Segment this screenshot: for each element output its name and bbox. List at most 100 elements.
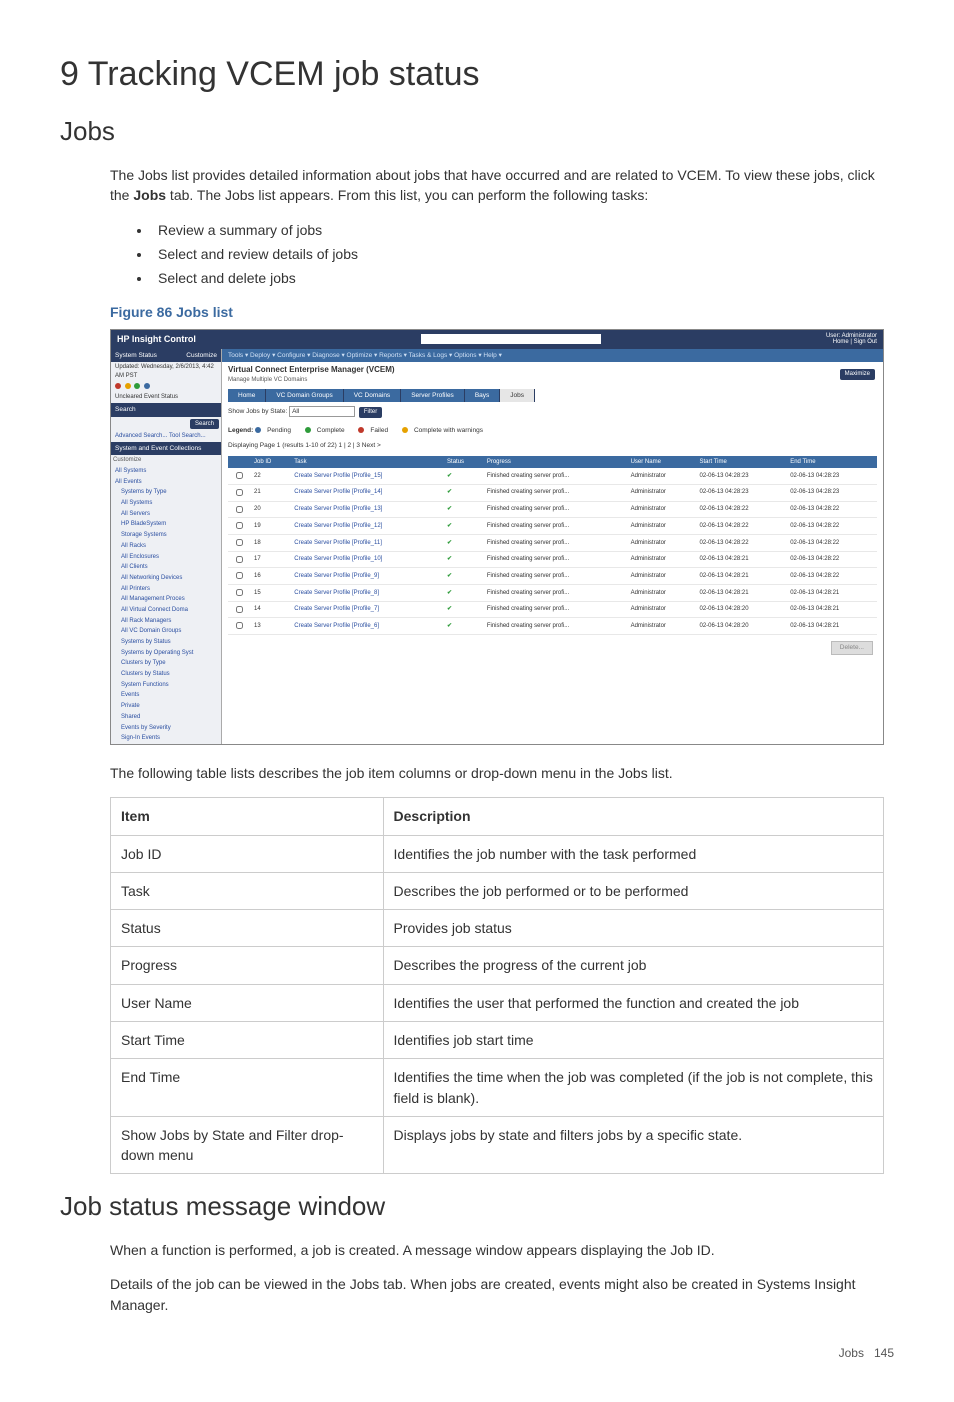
cell-start: 02-06-13 04:28:20 [696,618,787,635]
row-checkbox[interactable] [228,568,250,585]
content-title: Virtual Connect Enterprise Manager (VCEM… [228,364,395,376]
customize-link-small[interactable]: Customize [111,455,221,466]
tab-bays[interactable]: Bays [465,389,500,402]
advanced-search-link[interactable]: Advanced Search... [115,433,167,439]
cell-progress: Finished creating server profi... [483,535,627,552]
tree-item[interactable]: Clusters by Type [111,658,221,669]
intro-paragraph: The Jobs list provides detailed informat… [110,165,884,206]
cell-user: Administrator [627,484,696,501]
row-checkbox[interactable] [228,551,250,568]
tree-item[interactable]: Systems by Operating Syst [111,648,221,659]
tree-item[interactable]: All Systems [111,466,221,477]
cell-jobid: 16 [250,568,290,585]
row-checkbox[interactable] [228,601,250,618]
tree-item[interactable]: Events [111,690,221,701]
tree-item[interactable]: All Enclosures [111,552,221,563]
tab-home[interactable]: Home [228,389,266,402]
tab-server-profiles[interactable]: Server Profiles [401,389,465,402]
col-header[interactable]: Job ID [250,456,290,469]
list-item: Select and review details of jobs [152,244,884,264]
tree-item[interactable]: Clusters by Status [111,669,221,680]
columns-description-table: Item Description Job IDIdentifies the jo… [110,797,884,1174]
tree-item[interactable]: All Networking Devices [111,573,221,584]
row-checkbox[interactable] [228,618,250,635]
maximize-button[interactable]: Maximize [840,369,875,380]
col-header[interactable]: Start Time [696,456,787,469]
cell-desc: Identifies job start time [383,1021,883,1058]
tool-search-link[interactable]: Tool Search... [169,433,206,439]
cell-task-link[interactable]: Create Server Profile [Profile_7] [290,601,443,618]
tree-item[interactable]: HP BladeSystem [111,519,221,530]
col-header[interactable]: User Name [627,456,696,469]
tab-vc-domains[interactable]: VC Domains [344,389,401,402]
col-header[interactable]: Status [443,456,483,469]
cell-task-link[interactable]: Create Server Profile [Profile_6] [290,618,443,635]
tree-item[interactable]: All Racks [111,541,221,552]
row-checkbox[interactable] [228,585,250,602]
tree-item[interactable]: Shared [111,712,221,723]
col-header[interactable] [228,456,250,469]
cell-jobid: 14 [250,601,290,618]
customize-link[interactable]: Customize [186,351,217,360]
tree-item[interactable]: All VC Domain Groups [111,626,221,637]
tree-item[interactable]: All Clients [111,562,221,573]
cell-jobid: 13 [250,618,290,635]
cell-end: 02-06-13 04:28:22 [786,501,877,518]
col-header[interactable]: End Time [786,456,877,469]
tree-item[interactable]: All Virtual Connect Doma [111,605,221,616]
tree-item[interactable]: All Printers [111,584,221,595]
table-row: StatusProvides job status [111,910,884,947]
row-checkbox[interactable] [228,535,250,552]
filter-button[interactable]: Filter [359,407,382,418]
table-row: 15Create Server Profile [Profile_8]✔Fini… [228,585,877,602]
table-row: 17Create Server Profile [Profile_10]✔Fin… [228,551,877,568]
cell-item: Progress [111,947,384,984]
delete-button[interactable]: Delete... [831,641,873,654]
search-button[interactable]: Search [190,419,219,430]
tree-item[interactable]: All Events [111,477,221,488]
cell-desc: Describes the job performed or to be per… [383,872,883,909]
col-header[interactable]: Task [290,456,443,469]
table-row: Show Jobs by State and Filter drop-down … [111,1116,884,1174]
tree-item[interactable]: Events by Severity [111,723,221,734]
row-checkbox[interactable] [228,501,250,518]
cell-task-link[interactable]: Create Server Profile [Profile_13] [290,501,443,518]
state-select[interactable]: All [289,406,355,417]
tree-item[interactable]: All Systems [111,498,221,509]
cell-task-link[interactable]: Create Server Profile [Profile_11] [290,535,443,552]
tree-item[interactable]: All Servers [111,509,221,520]
table-row: 22Create Server Profile [Profile_15]✔Fin… [228,468,877,484]
tree-item[interactable]: Systems by Type [111,487,221,498]
tree-item[interactable]: All Rack Managers [111,616,221,627]
cell-task-link[interactable]: Create Server Profile [Profile_10] [290,551,443,568]
user-info: User: Administrator Home | Sign Out [826,333,877,346]
cell-task-link[interactable]: Create Server Profile [Profile_8] [290,585,443,602]
cell-end: 02-06-13 04:28:23 [786,468,877,484]
row-checkbox[interactable] [228,518,250,535]
cell-item: Job ID [111,835,384,872]
cell-task-link[interactable]: Create Server Profile [Profile_12] [290,518,443,535]
cell-start: 02-06-13 04:28:21 [696,568,787,585]
panel-header-status: System Status [115,351,157,360]
tree-item[interactable]: Storage Systems [111,530,221,541]
cell-desc: Displays jobs by state and filters jobs … [383,1116,883,1174]
tab-jobs[interactable]: Jobs [500,389,535,402]
global-search-input[interactable] [421,334,601,344]
main-menu-bar[interactable]: Tools ▾ Deploy ▾ Configure ▾ Diagnose ▾ … [222,349,883,362]
row-checkbox[interactable] [228,468,250,484]
tree-item[interactable]: Systems by Status [111,637,221,648]
tree-item[interactable]: Sign-In Events [111,733,221,744]
tab-vc-domain-groups[interactable]: VC Domain Groups [266,389,343,402]
table-row: Start TimeIdentifies job start time [111,1021,884,1058]
tree-item[interactable]: Private [111,701,221,712]
pager[interactable]: Displaying Page 1 (results 1-10 of 22) 1… [222,438,883,453]
cell-task-link[interactable]: Create Server Profile [Profile_15] [290,468,443,484]
col-header[interactable]: Progress [483,456,627,469]
tree-item[interactable]: All Management Proces [111,594,221,605]
task-list: Review a summary of jobs Select and revi… [134,220,884,289]
cell-user: Administrator [627,518,696,535]
tree-item[interactable]: System Functions [111,680,221,691]
cell-task-link[interactable]: Create Server Profile [Profile_9] [290,568,443,585]
cell-task-link[interactable]: Create Server Profile [Profile_14] [290,484,443,501]
row-checkbox[interactable] [228,484,250,501]
